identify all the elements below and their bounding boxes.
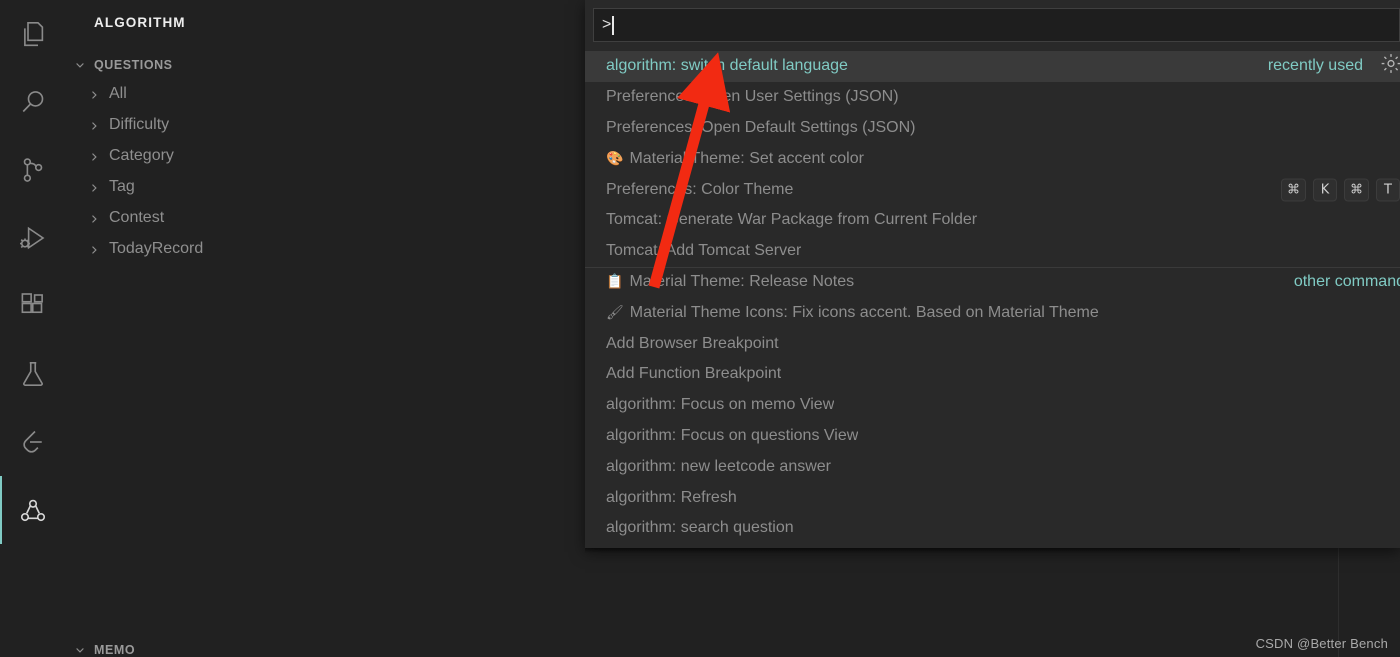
command-emoji-icon: 📋 xyxy=(606,274,623,290)
sidebar-item-difficulty[interactable]: Difficulty xyxy=(66,109,585,140)
sidebar-item-label: Contest xyxy=(109,209,164,227)
algorithm-icon xyxy=(18,495,48,525)
command-label: algorithm: Focus on questions View xyxy=(606,427,858,445)
activity-bar xyxy=(0,0,66,657)
command-label: Preferences: Color Theme xyxy=(606,181,793,199)
command-palette-row[interactable]: Preferences: Open Default Settings (JSON… xyxy=(585,113,1400,144)
sidebar: ALGORITHM QUESTIONS All Difficulty Categor… xyxy=(66,0,585,657)
command-label: Material Theme: Release Notes xyxy=(629,273,854,291)
command-palette-row[interactable]: 📋 Material Theme: Release Notes other comm… xyxy=(585,267,1400,298)
flask-icon xyxy=(18,359,48,389)
keybinding-key: T xyxy=(1376,178,1400,201)
command-palette-row[interactable]: Preferences: Open User Settings (JSON) xyxy=(585,82,1400,113)
chevron-right-icon xyxy=(88,181,100,193)
activity-item-search[interactable] xyxy=(0,68,66,136)
text-caret xyxy=(612,16,614,35)
activity-item-algorithm[interactable] xyxy=(0,476,66,544)
activity-item-source-control[interactable] xyxy=(0,136,66,204)
chevron-right-icon xyxy=(88,150,100,162)
sidebar-item-tag[interactable]: Tag xyxy=(66,171,585,202)
sidebar-item-label: Category xyxy=(109,147,174,165)
questions-section: QUESTIONS All Difficulty Category Tag Contes… xyxy=(66,52,585,264)
section-header-memo[interactable]: MEMO xyxy=(66,637,585,657)
sidebar-item-label: All xyxy=(109,85,127,103)
keybinding-key: K xyxy=(1313,178,1337,201)
command-palette-row[interactable]: Tomcat: Generate War Package from Curren… xyxy=(585,205,1400,236)
command-label: Tomcat: Add Tomcat Server xyxy=(606,242,801,260)
command-label: Add Function Breakpoint xyxy=(606,365,781,383)
chevron-right-icon xyxy=(88,88,100,100)
command-label: algorithm: Focus on memo View xyxy=(606,396,834,414)
keybinding-key: ⌘ xyxy=(1281,178,1306,201)
command-label: Preferences: Open User Settings (JSON) xyxy=(606,88,899,106)
command-label: Material Theme: Set accent color xyxy=(629,150,863,168)
sidebar-item-label: Difficulty xyxy=(109,116,169,134)
command-group-label: recently used xyxy=(1268,57,1363,75)
command-palette[interactable]: > algorithm: switch default language rece… xyxy=(585,0,1400,548)
command-palette-row[interactable]: Tomcat: Add Tomcat Server xyxy=(585,236,1400,267)
keybinding-key: ⌘ xyxy=(1344,178,1369,201)
sidebar-title: ALGORITHM xyxy=(94,15,186,30)
vscode-window: ALGORITHM QUESTIONS All Difficulty Categor… xyxy=(0,0,1400,657)
command-group-label: other commands xyxy=(1294,273,1400,291)
command-label: Preferences: Open Default Settings (JSON… xyxy=(606,119,915,137)
command-label: algorithm: Refresh xyxy=(606,489,737,507)
command-palette-input[interactable]: > xyxy=(593,8,1400,42)
chevron-right-icon xyxy=(88,243,100,255)
search-icon xyxy=(18,87,48,117)
sidebar-item-todayrecord[interactable]: TodayRecord xyxy=(66,233,585,264)
gear-icon[interactable] xyxy=(1380,53,1400,80)
panel-shadow xyxy=(585,548,1240,553)
keybinding-badges: ⌘ K ⌘ T xyxy=(1281,178,1400,201)
command-palette-row[interactable]: algorithm: search question xyxy=(585,513,1400,544)
command-label: Material Theme Icons: Fix icons accent. … xyxy=(630,304,1099,322)
watermark: CSDN @Better Bench xyxy=(1256,636,1388,651)
activity-item-testing[interactable] xyxy=(0,340,66,408)
command-palette-list[interactable]: algorithm: switch default language recent… xyxy=(585,51,1400,548)
command-label: algorithm: new leetcode answer xyxy=(606,458,831,476)
memo-section: MEMO xyxy=(66,637,585,657)
command-palette-row[interactable]: algorithm: new leetcode answer xyxy=(585,451,1400,482)
run-debug-icon xyxy=(18,223,48,253)
command-palette-row[interactable]: Add Browser Breakpoint xyxy=(585,328,1400,359)
command-palette-row[interactable]: 🎨 Material Theme: Set accent color xyxy=(585,143,1400,174)
activity-item-extensions[interactable] xyxy=(0,272,66,340)
activity-item-explorer[interactable] xyxy=(0,0,66,68)
source-control-icon xyxy=(18,155,48,185)
sidebar-item-label: Tag xyxy=(109,178,135,196)
command-palette-row[interactable]: algorithm: Focus on memo View xyxy=(585,390,1400,421)
chevron-right-icon xyxy=(88,119,100,131)
section-header-label: QUESTIONS xyxy=(94,58,173,72)
sidebar-item-all[interactable]: All xyxy=(66,78,585,109)
sidebar-item-contest[interactable]: Contest xyxy=(66,202,585,233)
section-header-label: MEMO xyxy=(94,643,135,657)
command-palette-row[interactable]: Add Function Breakpoint xyxy=(585,359,1400,390)
command-palette-row[interactable]: algorithm: switch default language recent… xyxy=(585,51,1400,82)
chevron-down-icon xyxy=(74,644,86,656)
command-label: algorithm: search question xyxy=(606,519,794,537)
command-label: algorithm: switch default language xyxy=(606,57,848,75)
section-header-questions[interactable]: QUESTIONS xyxy=(66,52,585,78)
chevron-right-icon xyxy=(88,212,100,224)
activity-item-leetcode[interactable] xyxy=(0,408,66,476)
questions-item-list: All Difficulty Category Tag Contest TodayReco… xyxy=(66,78,585,264)
command-emoji-icon: 🖌 xyxy=(606,305,624,321)
command-palette-row[interactable]: 🖌 Material Theme Icons: Fix icons accent.… xyxy=(585,297,1400,328)
command-palette-row[interactable]: Preferences: Color Theme ⌘ K ⌘ T xyxy=(585,174,1400,205)
command-emoji-icon: 🎨 xyxy=(606,151,623,167)
activity-item-run-and-debug[interactable] xyxy=(0,204,66,272)
sidebar-item-label: TodayRecord xyxy=(109,240,203,258)
command-palette-input-value: > xyxy=(602,16,611,34)
command-palette-row[interactable]: algorithm: Refresh xyxy=(585,482,1400,513)
command-label: Add Browser Breakpoint xyxy=(606,335,779,353)
extensions-icon xyxy=(18,291,48,321)
leetcode-icon xyxy=(18,427,48,457)
sidebar-item-category[interactable]: Category xyxy=(66,140,585,171)
command-label: Tomcat: Generate War Package from Curren… xyxy=(606,211,977,229)
command-palette-row[interactable]: algorithm: Focus on questions View xyxy=(585,421,1400,452)
chevron-down-icon xyxy=(74,59,86,71)
files-icon xyxy=(18,19,48,49)
